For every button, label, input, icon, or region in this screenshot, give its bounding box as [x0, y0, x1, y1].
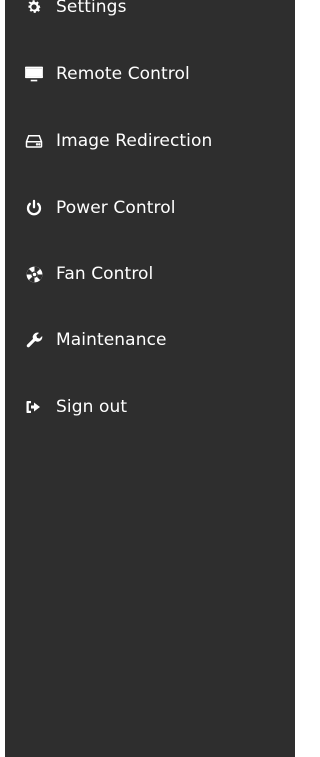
power-icon [24, 198, 44, 218]
sidebar-item-label: Maintenance [56, 330, 167, 350]
sidebar-item-label: Remote Control [56, 64, 190, 84]
sign-out-icon [24, 397, 44, 417]
hard-drive-icon [24, 131, 44, 151]
sidebar-item-label: Sign out [56, 397, 128, 417]
fan-icon [24, 264, 44, 284]
wrench-icon [24, 330, 44, 350]
sidebar-item-power-control[interactable]: Power Control [5, 186, 295, 230]
sidebar-item-settings[interactable]: Settings [5, 0, 295, 29]
sidebar: Settings Remote Control Image Redirectio… [5, 0, 295, 757]
sidebar-item-sign-out[interactable]: Sign out [5, 385, 295, 429]
sidebar-item-fan-control[interactable]: Fan Control [5, 252, 295, 296]
monitor-icon [24, 64, 44, 84]
gear-icon [24, 0, 44, 17]
sidebar-item-label: Fan Control [56, 264, 154, 284]
sidebar-item-label: Image Redirection [56, 131, 213, 151]
sidebar-item-image-redirection[interactable]: Image Redirection [5, 119, 295, 163]
sidebar-item-maintenance[interactable]: Maintenance [5, 318, 295, 362]
sidebar-item-label: Settings [56, 0, 127, 17]
sidebar-item-label: Power Control [56, 198, 176, 218]
sidebar-item-remote-control[interactable]: Remote Control [5, 52, 295, 96]
